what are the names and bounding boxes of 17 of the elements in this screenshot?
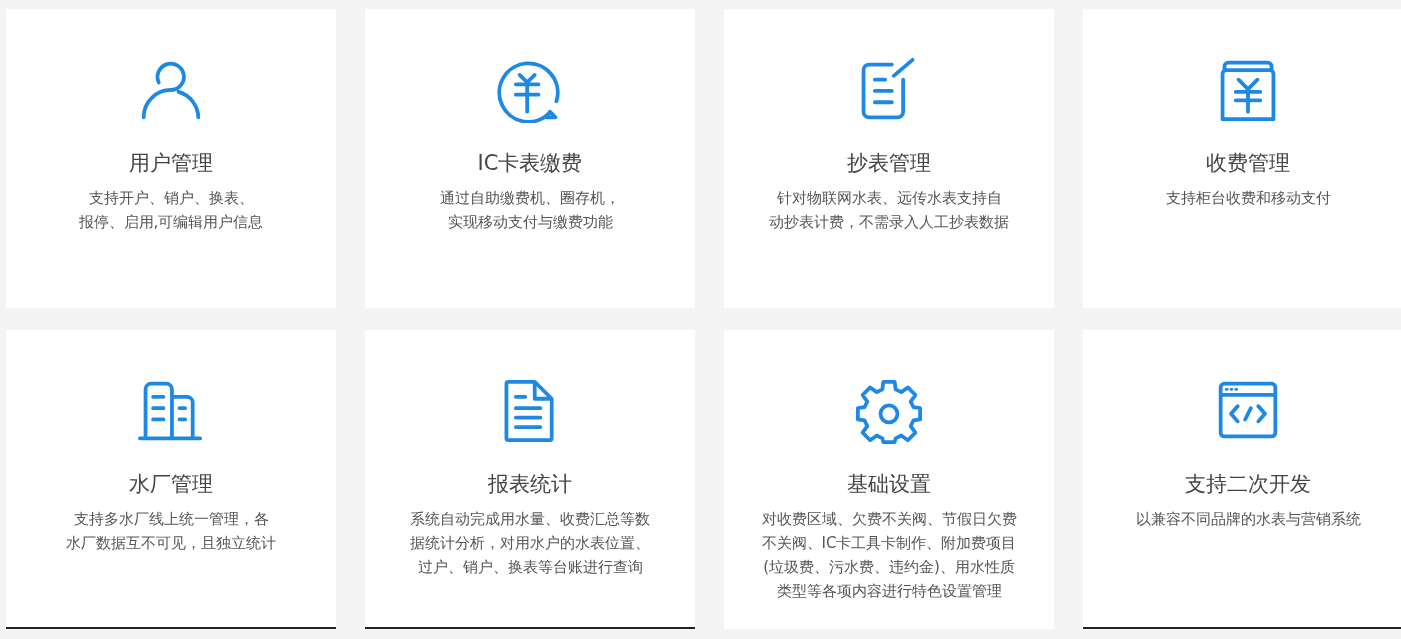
card-description: 对收费区域、欠费不关阀、节假日欠费 不关阀、IC卡工具卡制作、附加费项目 (垃圾费、污水费、违约金)、用水性质 类型等各项内容进行特色设置管理	[761, 509, 1017, 602]
card-description: 通过自助缴费机、圈存机， 实现移动支付与缴费功能	[440, 188, 620, 233]
card-title: 用户管理	[129, 150, 213, 177]
card-title: 支持二次开发	[1185, 471, 1311, 498]
gear-icon	[856, 378, 922, 444]
card-description: 支持多水厂线上统一管理，各 水厂数据互不可见，且独立统计	[66, 509, 276, 554]
card-title: 水厂管理	[129, 471, 213, 498]
card-description: 支持开户、销户、换表、 报停、启用,可编辑用户信息	[78, 188, 264, 233]
card-description: 支持柜台收费和移动支付	[1165, 188, 1331, 209]
card-description: 以兼容不同品牌的水表与营销系统	[1135, 509, 1361, 530]
card-title: 报表统计	[488, 471, 572, 498]
card-title: 收费管理	[1206, 150, 1290, 177]
card-title: IC卡表缴费	[477, 150, 583, 177]
card-title: 基础设置	[847, 471, 931, 498]
card-description: 系统自动完成用水量、收费汇总等数 据统计分析，对用水户的水表位置、 过户、销户、换表等台账进行查询	[410, 509, 650, 578]
card-description: 针对物联网水表、远传水表支持自 动抄表计费，不需录入人工抄表数据	[769, 188, 1009, 233]
card-title: 抄表管理	[847, 150, 931, 177]
